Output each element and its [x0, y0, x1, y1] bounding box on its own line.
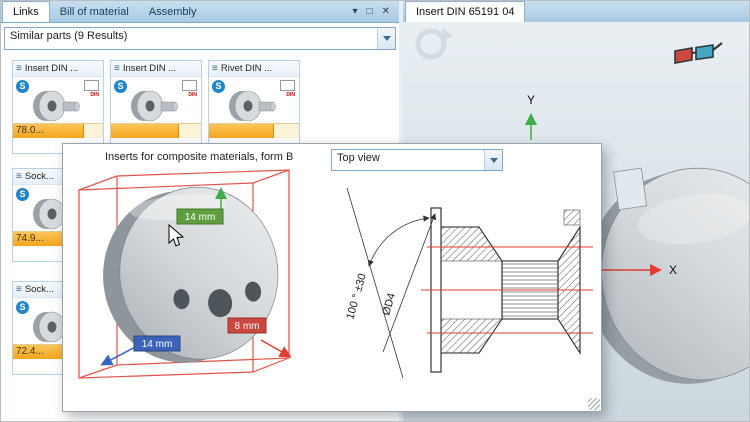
german-flag-icon	[280, 80, 295, 91]
view-selector-value: Top view	[332, 150, 484, 170]
card-menu-icon[interactable]: ≡	[16, 63, 22, 74]
part-card-insert-din-2[interactable]: ≡ Insert DIN ... S DIN	[110, 60, 202, 154]
popup-title: Inserts for composite materials, form B	[105, 151, 293, 163]
tab-assembly[interactable]: Assembly	[139, 3, 207, 22]
dropdown-arrow-icon[interactable]	[484, 150, 502, 170]
svg-text:14 mm: 14 mm	[185, 212, 216, 223]
card-title: Sock...	[25, 171, 54, 182]
3d-preview[interactable]: 14 mm 8 mm 14 mm	[65, 168, 331, 406]
anaglyph-glasses-icon[interactable]	[675, 43, 722, 63]
din-label: DIN	[188, 92, 197, 98]
svg-text:8 mm: 8 mm	[235, 321, 260, 332]
match-score-bar	[209, 123, 299, 138]
left-tabbar: Links Bill of material Assembly ▾ □ ✕	[0, 0, 399, 23]
view-selector-dropdown[interactable]: Top view	[331, 149, 503, 171]
part-card-rivet-din[interactable]: ≡ Rivet DIN ... S DIN	[208, 60, 300, 154]
rotate-watermark-icon	[418, 28, 453, 57]
2d-drawing: 100 ° ±30 ØD4	[331, 170, 599, 406]
resize-grip[interactable]	[588, 398, 600, 410]
dim-width-chip: 14 mm	[134, 336, 180, 351]
card-title: Insert DIN ...	[123, 63, 176, 74]
dim-height-chip: 14 mm	[177, 209, 223, 224]
dropdown-arrow-icon[interactable]	[377, 28, 395, 49]
dim-depth-chip: 8 mm	[228, 318, 266, 333]
right-tabbar: Insert DIN 65191 04	[403, 0, 750, 23]
match-score-value: 78.0...	[13, 124, 103, 138]
part-3d-model[interactable]	[94, 179, 286, 370]
part-preview-popup: Inserts for composite materials, form B …	[62, 143, 602, 412]
angle-dimension-label: 100 ° ±30	[344, 272, 369, 321]
match-score-bar: 78.0...	[13, 123, 103, 138]
svg-text:14 mm: 14 mm	[142, 339, 173, 350]
maximize-icon[interactable]: □	[367, 6, 373, 17]
window-buttons: ▾ □ ✕	[353, 6, 399, 22]
din-label: DIN	[90, 92, 99, 98]
card-title: Rivet DIN ...	[221, 63, 272, 74]
card-menu-icon[interactable]: ≡	[114, 63, 120, 74]
tab-links[interactable]: Links	[2, 1, 50, 22]
disc-notch	[614, 168, 647, 210]
close-icon[interactable]: ✕	[382, 6, 390, 17]
tab-bill-of-material[interactable]: Bill of material	[50, 3, 139, 22]
card-title: Sock...	[25, 284, 54, 295]
card-title: Insert DIN ...	[25, 63, 78, 74]
diameter-dimension-label: ØD4	[380, 292, 398, 317]
similar-parts-dropdown[interactable]: Similar parts (9 Results)	[4, 27, 396, 50]
y-axis-label: Y	[527, 93, 535, 107]
german-flag-icon	[182, 80, 197, 91]
window-menu-icon[interactable]: ▾	[353, 6, 358, 17]
similar-parts-dropdown-value: Similar parts (9 Results)	[5, 28, 377, 49]
tab-insert-din-65191[interactable]: Insert DIN 65191 04	[405, 1, 525, 22]
preview-x-axis-arrow	[261, 340, 289, 356]
section-hatching	[441, 210, 580, 353]
german-flag-icon	[84, 80, 99, 91]
card-menu-icon[interactable]: ≡	[16, 284, 22, 295]
part-card-insert-din-1[interactable]: ≡ Insert DIN ... S DIN 78.0...	[12, 60, 104, 154]
din-label: DIN	[286, 92, 295, 98]
x-axis-label: X	[669, 263, 677, 277]
card-menu-icon[interactable]: ≡	[212, 63, 218, 74]
card-menu-icon[interactable]: ≡	[16, 171, 22, 182]
match-score-bar	[111, 123, 201, 138]
